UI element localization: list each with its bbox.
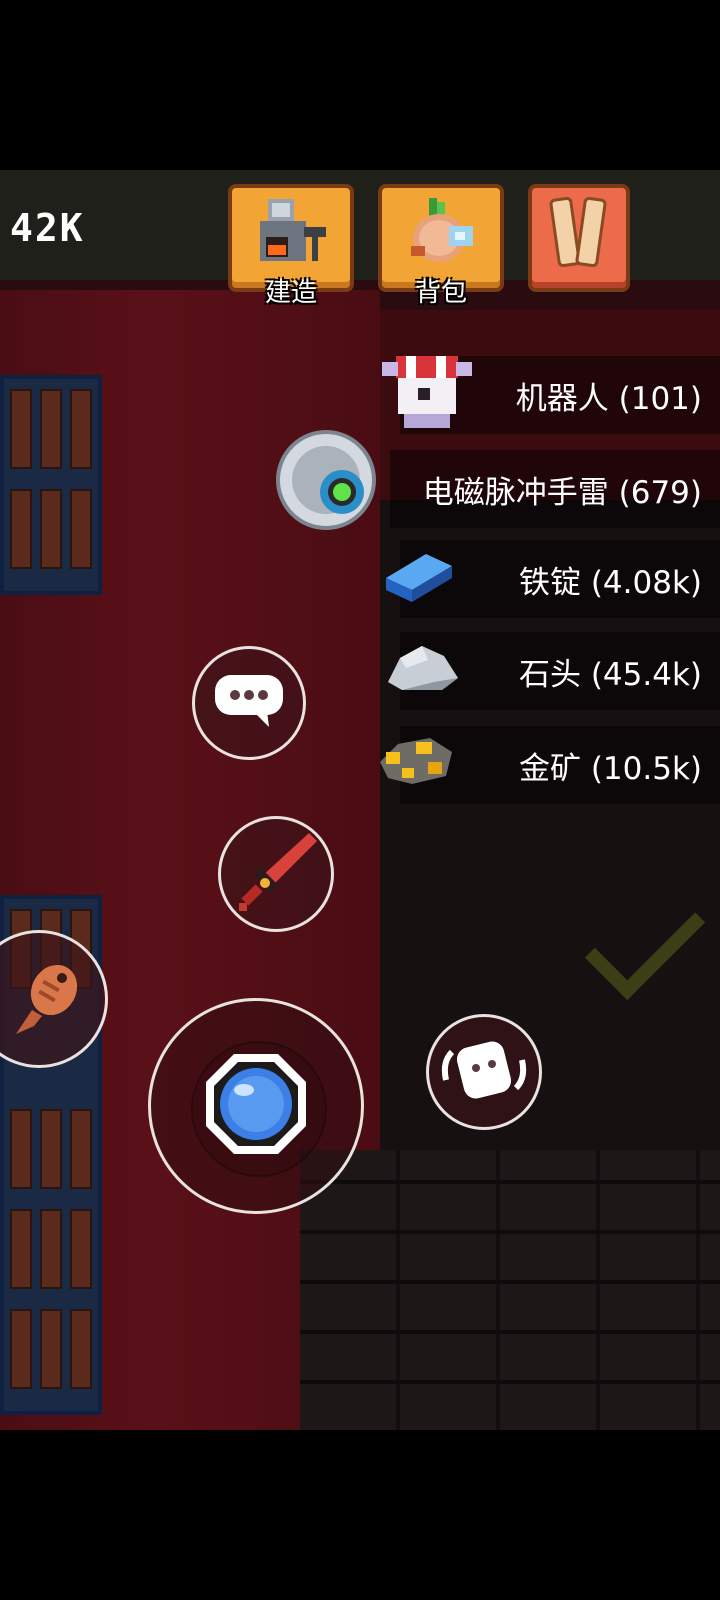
scroll-icon (549, 195, 609, 273)
backpack-icon (403, 196, 479, 272)
iron-ingot-icon (382, 544, 456, 610)
weapon-button[interactable] (218, 816, 334, 932)
emp-grenade-icon (276, 430, 380, 538)
sword-icon (231, 827, 321, 921)
resource-row: 铁锭 (4.08k) (519, 540, 702, 618)
bag-button-label: 背包 (414, 278, 467, 308)
stone-floor (300, 1150, 720, 1430)
scroll-button[interactable] (528, 184, 630, 292)
chat-button[interactable] (192, 646, 306, 760)
resource-row: 机器人 (101) (516, 356, 702, 434)
chat-bubble-icon (213, 671, 285, 735)
build-button-label: 建造 (264, 278, 317, 308)
forge-icon (254, 197, 328, 271)
resource-text: 机器人 (101) (515, 380, 702, 417)
fish-icon (12, 954, 88, 1044)
robot-icon (382, 352, 472, 438)
resource-text: 铁锭 (4.08k) (518, 564, 702, 601)
bookshelf (0, 375, 102, 595)
blue-orb-icon (204, 1052, 308, 1160)
rotate-swap-icon (440, 1034, 528, 1110)
skill-joystick[interactable] (148, 998, 364, 1214)
resource-text: 电磁脉冲手雷 (679) (422, 474, 702, 511)
resource-row: 金矿 (10.5k) (519, 726, 702, 804)
resource-text: 金矿 (10.5k) (518, 750, 702, 787)
resource-text: 石头 (45.4k) (518, 656, 702, 693)
resource-row: 石头 (45.4k) (519, 632, 702, 710)
resource-row: 电磁脉冲手雷 (679) (423, 450, 702, 528)
swap-button[interactable] (426, 1014, 542, 1130)
gold-ore-icon (376, 732, 456, 792)
stone-icon (382, 638, 462, 698)
score-display: 42K (10, 206, 85, 250)
